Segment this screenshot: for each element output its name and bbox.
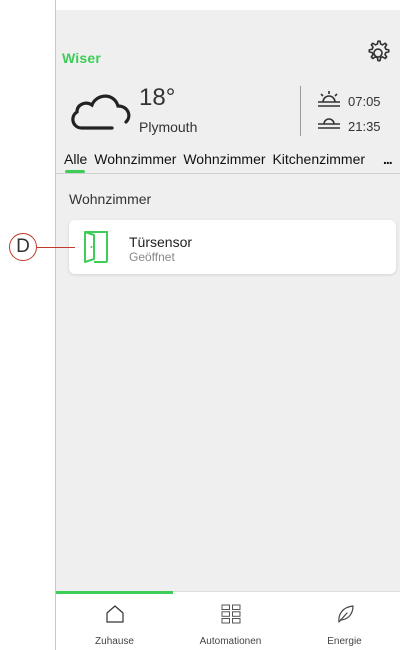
- tab-alle[interactable]: Alle: [64, 151, 87, 167]
- bottom-nav: Zuhause Automationen Energie: [56, 591, 400, 650]
- city-name: Plymouth: [139, 119, 198, 135]
- sunset-time: 21:35: [348, 119, 381, 134]
- sunrise-icon: [318, 91, 340, 107]
- logo-text: Wiser: [62, 50, 102, 66]
- sunset-icon: [318, 118, 340, 129]
- cloud-icon: [71, 94, 131, 130]
- tab-wohnzimmer[interactable]: Wohnzimmer: [94, 151, 176, 167]
- device-card[interactable]: Türsensor Geöffnet: [69, 220, 396, 274]
- tab-kitchenzimmer[interactable]: Kitchenzimmer: [272, 151, 365, 167]
- nav-label-zuhause: Zuhause: [95, 636, 134, 647]
- leaf-icon: [338, 605, 354, 623]
- nav-item-zuhause[interactable]: Zuhause: [56, 592, 173, 650]
- device-name: Türsensor: [129, 234, 193, 250]
- device-status: Geöffnet: [129, 250, 175, 264]
- tabs-divider: [56, 173, 400, 174]
- section-title: Wohnzimmer: [69, 191, 152, 207]
- weather-divider: [300, 86, 301, 136]
- sunrise-time: 07:05: [348, 94, 381, 109]
- temperature: 18°: [139, 84, 176, 111]
- room-tabs: Alle Wohnzimmer Wohnzimmer Kitchenzimmer: [64, 151, 368, 167]
- nav-item-energie[interactable]: Energie: [288, 592, 400, 650]
- nav-label-automationen: Automationen: [199, 636, 262, 647]
- gear-icon[interactable]: [363, 38, 393, 68]
- callout-marker: D: [9, 233, 37, 261]
- callout-line: [37, 247, 75, 248]
- more-tabs-button[interactable]: ...: [383, 151, 393, 167]
- grid-icon: [221, 604, 241, 624]
- tab-wohnzimmer-2[interactable]: Wohnzimmer: [183, 151, 265, 167]
- top-bar: [56, 0, 400, 10]
- nav-item-automationen[interactable]: Automationen: [173, 592, 288, 650]
- home-icon: [106, 605, 124, 623]
- app-screen: Wiser 18° Plymouth 07:05 21:35 Alle Wohn…: [55, 0, 400, 650]
- nav-label-energie: Energie: [327, 636, 362, 647]
- wiser-logo: Wiser: [62, 50, 101, 66]
- door-open-icon: [84, 231, 108, 263]
